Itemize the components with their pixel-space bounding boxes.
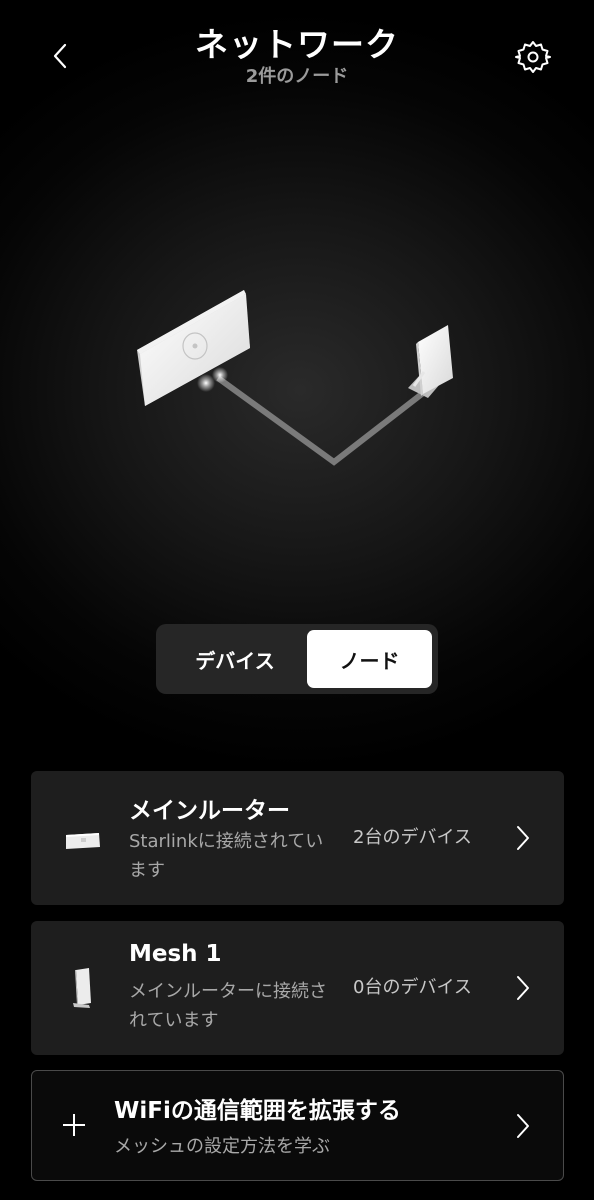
- plus-icon: [63, 1114, 85, 1136]
- tab-nodes[interactable]: ノード: [307, 630, 432, 688]
- gear-icon: [515, 41, 551, 73]
- node-name: Mesh 1: [129, 941, 222, 967]
- node-status: Starlinkに接続されています: [129, 831, 324, 881]
- node-count-subtitle: 2件のノード: [245, 66, 349, 87]
- mesh-router-icon: [73, 968, 91, 1008]
- extend-wifi-subtitle: メッシュの設定方法を学ぶ: [114, 1136, 330, 1157]
- connection-line: [216, 375, 429, 466]
- chevron-right-icon: [517, 976, 529, 1000]
- page-title: ネットワーク: [195, 25, 399, 64]
- node-card-mesh-1[interactable]: Mesh 1 メインルーターに接続されています 0台のデバイス: [31, 921, 564, 1055]
- network-topology-illustration: [137, 290, 453, 466]
- node-status: メインルーターに接続されています: [129, 981, 327, 1031]
- chevron-right-icon: [517, 826, 529, 850]
- node-card-main-router[interactable]: メインルーター Starlinkに接続されています 2台のデバイス: [31, 771, 564, 905]
- chevron-right-icon: [517, 1114, 529, 1138]
- mesh-node-illustration: [408, 325, 453, 398]
- tab-devices[interactable]: デバイス: [162, 630, 308, 688]
- extend-wifi-title: WiFiの通信範囲を拡張する: [114, 1098, 401, 1124]
- settings-button[interactable]: [510, 34, 556, 80]
- node-name: メインルーター: [129, 798, 290, 824]
- header: ネットワーク 2件のノード: [0, 0, 594, 100]
- view-toggle: デバイス ノード: [156, 624, 438, 694]
- router-icon: [66, 833, 100, 849]
- node-device-count: 0台のデバイス: [353, 977, 472, 998]
- node-device-count: 2台のデバイス: [353, 827, 472, 848]
- extend-wifi-card[interactable]: WiFiの通信範囲を拡張する メッシュの設定方法を学ぶ: [31, 1070, 564, 1181]
